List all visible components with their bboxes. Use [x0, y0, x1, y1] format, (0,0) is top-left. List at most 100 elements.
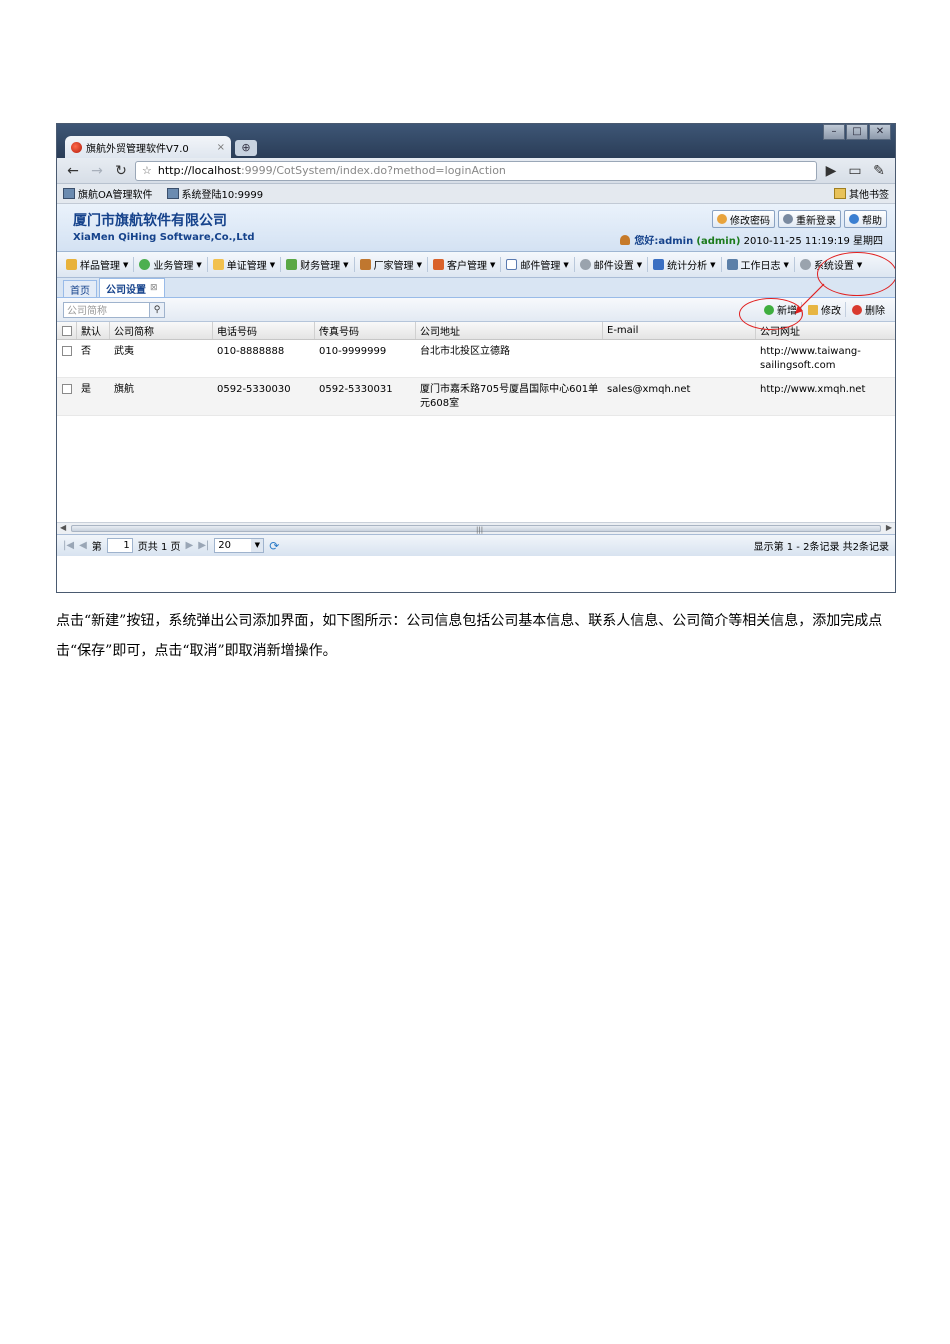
table-row[interactable]: 是 旗航 0592-5330030 0592-5330031 厦门市嘉禾路705… — [57, 378, 895, 416]
column-header[interactable]: E-mail — [603, 322, 756, 339]
table-cell: sales@xmqh.net — [607, 384, 691, 395]
delete-icon — [852, 304, 862, 315]
browser-tab-bar: 旗航外贸管理软件V7.0 × ⊕ – □ ✕ — [57, 124, 895, 158]
column-header[interactable]: 电话号码 — [213, 322, 315, 339]
edit-icon — [808, 304, 818, 315]
change-password-button[interactable]: 修改密码 — [712, 210, 775, 228]
table-cell: 旗航 — [114, 384, 134, 395]
prev-page-icon[interactable]: ◀ — [79, 540, 87, 551]
menu-mail[interactable]: 邮件管理 ▼ — [501, 257, 575, 272]
close-window-icon[interactable]: ✕ — [869, 124, 891, 140]
bookmark-item[interactable]: 系统登陆10:9999 — [166, 186, 263, 201]
menu-worklog[interactable]: 工作日志 ▼ — [722, 257, 795, 272]
menu-samples[interactable]: 样品管理 ▼ — [61, 257, 135, 272]
company-name-en: XiaMen QiHing Software,Co.,Ltd — [73, 232, 255, 243]
relogin-button[interactable]: 重新登录 — [778, 210, 841, 228]
reload-icon[interactable]: ↻ — [111, 161, 131, 181]
table-row[interactable]: 否 武夷 010-8888888 010-9999999 台北市北投区立德路 h… — [57, 340, 895, 378]
table-cell: 0592-5330030 — [217, 384, 291, 395]
first-page-icon[interactable]: |◀ — [63, 540, 74, 551]
back-arrow-icon[interactable]: ← — [63, 161, 83, 181]
annotation-circle-settings — [817, 252, 895, 296]
column-header[interactable]: 传真号码 — [315, 322, 416, 339]
delete-button[interactable]: 删除 — [848, 302, 889, 317]
page-count: 页共 1 页 — [137, 542, 181, 553]
dropdown-arrow-icon: ▼ — [269, 260, 276, 269]
bookmark-item[interactable]: 旗航OA管理软件 — [63, 186, 153, 201]
last-page-icon[interactable]: ▶| — [198, 540, 209, 551]
page-label: 第 — [91, 542, 102, 553]
table-cell: 武夷 — [114, 346, 134, 357]
search-field[interactable]: 公司简称 ⚲ — [63, 301, 165, 318]
dollar-icon — [286, 259, 298, 270]
close-tab-icon[interactable]: ⊠ — [150, 283, 158, 293]
dropdown-arrow-icon: ▼ — [123, 260, 129, 269]
column-header[interactable]: 公司简称 — [110, 322, 213, 339]
user-icon — [620, 235, 631, 245]
bookmarks-bar: 旗航OA管理软件 系统登陆10:9999 其他书签 — [57, 184, 895, 204]
dropdown-arrow-icon: ▼ — [636, 260, 643, 269]
user-greeting: 您好:admin (admin) 2010-11-25 11:19:19 星期四 — [620, 232, 883, 247]
menu-documents[interactable]: 单证管理 ▼ — [208, 257, 282, 272]
horizontal-scrollbar[interactable]: ◀ ||| ▶ — [57, 522, 895, 534]
table-cell: 是 — [81, 384, 91, 395]
bookmark-page-icon — [166, 188, 179, 199]
gear-icon — [799, 259, 811, 270]
next-page-icon[interactable]: ▶ — [186, 540, 194, 551]
row-checkbox[interactable] — [62, 384, 72, 394]
menu-mail-settings[interactable]: 邮件设置 ▼ — [575, 257, 649, 272]
menu-finance[interactable]: 财务管理 ▼ — [281, 257, 355, 272]
menu-business[interactable]: 业务管理 ▼ — [134, 257, 208, 272]
favicon-icon — [71, 141, 82, 153]
search-icon[interactable]: ⚲ — [149, 301, 165, 318]
page-number-input[interactable]: 1 — [106, 538, 133, 553]
paging-toolbar: |◀ ◀ 第 1 页共 1 页 ▶ ▶| 20 ▼ ⟳ 显示第 1 - 2条记录 … — [57, 534, 895, 556]
record-info: 显示第 1 - 2条记录 共2条记录 — [753, 542, 889, 553]
help-button[interactable]: 帮助 — [844, 210, 887, 228]
company-name: 厦门市旗航软件有限公司 — [73, 213, 227, 229]
url-field[interactable]: ☆ http://localhost:9999/CotSystem/index.… — [135, 160, 817, 181]
scroll-left-icon[interactable]: ◀ — [60, 523, 66, 532]
bookmark-page-icon — [63, 188, 75, 199]
bookmark-star-icon[interactable]: ☆ — [142, 164, 152, 177]
other-bookmarks[interactable]: 其他书签 — [834, 186, 889, 201]
menu-customer[interactable]: 客户管理 ▼ — [428, 257, 502, 272]
select-all-checkbox[interactable] — [61, 326, 72, 336]
annotation-circle-add — [739, 298, 803, 330]
browser-tab-title: 旗航外贸管理软件V7.0 — [86, 143, 189, 155]
scrollbar-thumb[interactable]: ||| — [71, 525, 881, 534]
tab-close-icon[interactable]: × — [217, 142, 225, 153]
dropdown-arrow-icon: ▼ — [783, 260, 789, 269]
menu-statistics[interactable]: 统计分析 ▼ — [648, 257, 722, 272]
document-icon — [212, 259, 224, 270]
new-tab-button[interactable]: ⊕ — [235, 140, 257, 156]
tab-home[interactable]: 首页 — [63, 280, 97, 297]
app-header: 厦门市旗航软件有限公司 XiaMen QiHing Software,Co.,L… — [57, 204, 895, 252]
table-cell: 0592-5330031 — [319, 384, 393, 395]
truck-icon — [359, 259, 371, 270]
tab-company-settings[interactable]: 公司设置 ⊠ — [99, 278, 165, 297]
go-icon[interactable]: ▶ — [821, 161, 841, 181]
header-buttons: 修改密码 重新登录 帮助 — [712, 210, 887, 228]
browser-tab[interactable]: 旗航外贸管理软件V7.0 × — [65, 136, 231, 158]
menu-factory[interactable]: 厂家管理 ▼ — [355, 257, 428, 272]
folder-icon — [834, 188, 846, 199]
help-icon — [849, 214, 859, 224]
search-placeholder: 公司简称 — [67, 306, 107, 317]
column-header[interactable]: 默认 — [77, 322, 110, 339]
forward-arrow-icon[interactable]: → — [87, 161, 107, 181]
edit-button[interactable]: 修改 — [804, 302, 846, 317]
column-header[interactable]: 公司地址 — [416, 322, 603, 339]
wrench-icon[interactable]: ✎ — [869, 161, 889, 181]
refresh-icon[interactable]: ⟳ — [269, 539, 279, 553]
select-all-cell — [57, 322, 77, 339]
scroll-right-icon[interactable]: ▶ — [886, 523, 892, 532]
dropdown-arrow-icon: ▼ — [710, 260, 716, 269]
table-cell: 否 — [81, 346, 91, 357]
row-checkbox[interactable] — [62, 346, 72, 356]
table-cell: http://www.xmqh.net — [760, 384, 866, 395]
minimize-icon[interactable]: – — [823, 124, 845, 140]
maximize-icon[interactable]: □ — [846, 124, 868, 140]
page-size-select[interactable]: 20 ▼ — [214, 538, 265, 553]
page-menu-icon[interactable]: ▭ — [845, 161, 865, 181]
